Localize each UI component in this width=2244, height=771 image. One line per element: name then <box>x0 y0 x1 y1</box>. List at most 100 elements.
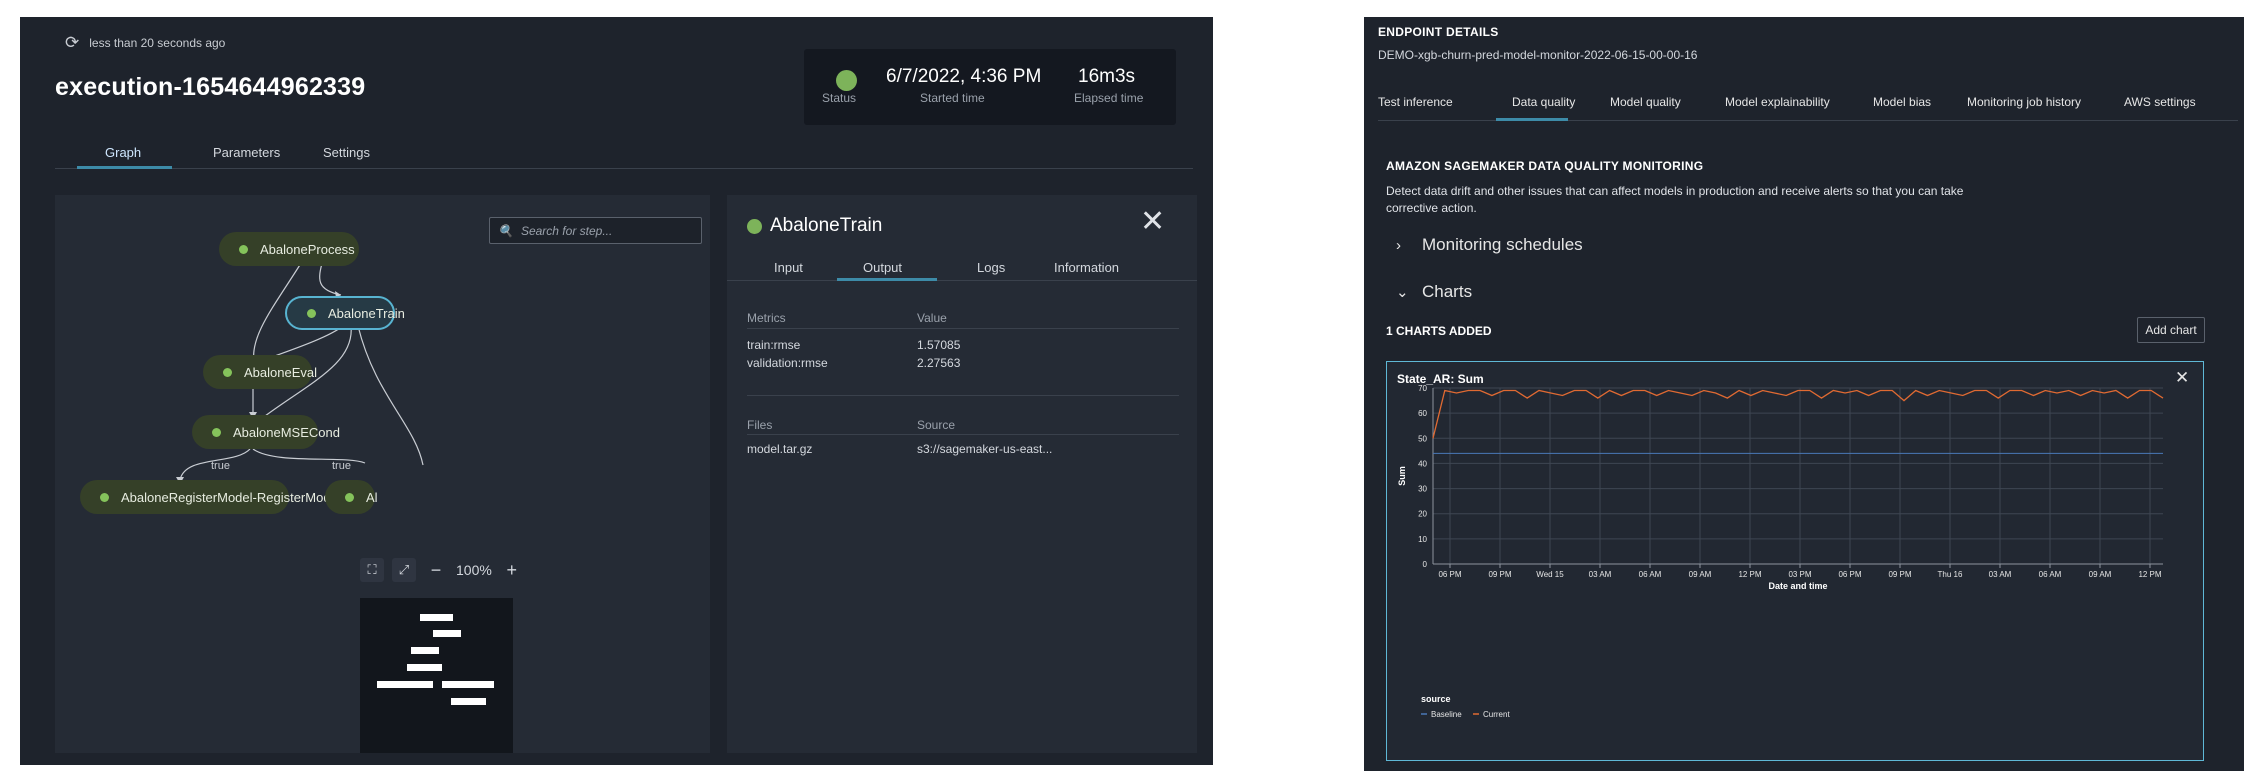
tab-model-explainability[interactable]: Model explainability <box>1725 95 1830 109</box>
metrics-header: Metrics <box>747 311 786 325</box>
tab-settings[interactable]: Settings <box>323 145 370 160</box>
active-tab-indicator <box>1496 118 1568 121</box>
file-name: model.tar.gz <box>747 442 813 456</box>
y-tick-label: 10 <box>1418 535 1427 544</box>
started-time-value: 6/7/2022, 4:36 PM <box>886 66 1042 87</box>
page-title: execution-1654644962339 <box>55 73 366 101</box>
y-axis-label: Sum <box>1397 466 1407 486</box>
node-abalone-process[interactable]: AbaloneProcess <box>219 232 359 266</box>
pipeline-graph[interactable]: 🔍 Search for step... AbaloneProcess Abal… <box>55 195 710 753</box>
execution-tabs: Graph Parameters Settings <box>55 145 1193 169</box>
section-description: Detect data drift and other issues that … <box>1386 184 1964 215</box>
series-line-current <box>1432 389 2164 439</box>
metric-name: train:rmse <box>747 338 801 352</box>
graph-search-input[interactable]: 🔍 Search for step... <box>489 217 702 244</box>
refresh-icon[interactable]: ⟳ <box>65 33 79 53</box>
charts-accordion[interactable]: ⌄ Charts <box>1396 282 1472 302</box>
tab-data-quality[interactable]: Data quality <box>1512 95 1575 109</box>
node-partial[interactable]: Al <box>325 480 378 514</box>
collapse-icon[interactable]: ⤢ <box>392 558 416 582</box>
x-tick-label: 03 PM <box>1788 570 1811 579</box>
legend-entry: Baseline <box>1431 710 1462 719</box>
graph-zoom-controls: ⛶ ⤢ − 100% + <box>360 555 524 585</box>
detail-tabs-divider <box>727 280 1197 281</box>
status-label: Status <box>822 91 857 105</box>
edge-label-true: true <box>211 460 230 472</box>
elapsed-time-value: 16m3s <box>1078 66 1136 87</box>
value-header: Value <box>917 311 947 325</box>
x-tick-label: 03 AM <box>1989 570 2012 579</box>
y-tick-label: 20 <box>1418 510 1427 519</box>
zoom-in-button[interactable]: + <box>500 558 524 582</box>
endpoint-name: DEMO-xgb-churn-pred-model-monitor-2022-0… <box>1378 48 1698 62</box>
x-tick-label: Wed 15 <box>1536 570 1564 579</box>
tab-test-inference[interactable]: Test inference <box>1378 95 1453 109</box>
legend-title: source <box>1421 694 1451 704</box>
tab-parameters[interactable]: Parameters <box>213 145 280 160</box>
minimap-node <box>433 630 461 637</box>
chart-card: State_AR: Sum ✕ 0 10 20 30 40 50 60 70 06 PM 09 P… <box>1386 361 2204 761</box>
endpoint-details-panel: ENDPOINT DETAILS DEMO-xgb-churn-pred-mod… <box>1364 17 2244 771</box>
pipeline-execution-panel: ⟳ less than 20 seconds ago execution-165… <box>20 17 1213 765</box>
node-abalone-register-model[interactable]: AbaloneRegisterModel-RegisterModel <box>80 480 341 514</box>
node-label: AbaloneRegisterModel-RegisterModel <box>121 489 341 505</box>
tab-model-bias[interactable]: Model bias <box>1873 95 1931 109</box>
step-status-dot-icon <box>747 218 762 234</box>
charts-added-count: 1 CHARTS ADDED <box>1386 324 1492 338</box>
edge-train-partial <box>357 325 424 466</box>
tab-logs[interactable]: Logs <box>977 260 1005 275</box>
tab-graph[interactable]: Graph <box>105 145 141 160</box>
section-title: AMAZON SAGEMAKER DATA QUALITY MONITORING <box>1386 159 1704 173</box>
x-axis-label: Date and time <box>1768 581 1827 591</box>
search-placeholder: Search for step... <box>520 223 613 238</box>
close-icon[interactable]: ✕ <box>1140 207 1165 237</box>
node-status-dot-icon <box>345 492 354 502</box>
graph-minimap[interactable] <box>360 598 513 753</box>
minimap-node <box>407 664 442 671</box>
legend-entry: Current <box>1483 710 1510 719</box>
metric-name: validation:rmse <box>747 356 828 370</box>
node-label: Al <box>366 489 378 505</box>
source-header: Source <box>917 418 956 432</box>
y-tick-label: 40 <box>1418 459 1427 468</box>
node-label: AbaloneEval <box>244 364 317 380</box>
y-tick-label: 0 <box>1423 560 1428 569</box>
node-abalone-train[interactable]: AbaloneTrain <box>285 296 405 330</box>
fit-view-icon[interactable]: ⛶ <box>360 558 384 582</box>
file-source-link[interactable]: s3://sagemaker-us-east... <box>917 442 1052 456</box>
execution-status-box: Status 6/7/2022, 4:36 PM Started time 16… <box>804 49 1176 125</box>
chevron-right-icon: › <box>1396 236 1401 254</box>
node-label: AbaloneProcess <box>260 241 355 257</box>
x-tick-label: 06 AM <box>2039 570 2062 579</box>
started-time-label: Started time <box>920 91 985 105</box>
zoom-level: 100% <box>456 562 492 578</box>
y-tick-label: 50 <box>1418 434 1427 443</box>
tab-input[interactable]: Input <box>774 260 803 275</box>
minimap-node <box>411 647 439 654</box>
zoom-out-button[interactable]: − <box>424 558 448 582</box>
x-tick-label: 09 PM <box>1488 570 1511 579</box>
node-abalone-eval[interactable]: AbaloneEval <box>203 355 317 389</box>
status-dot-icon <box>836 70 857 91</box>
y-tick-label: 60 <box>1418 409 1427 418</box>
step-detail-panel: AbaloneTrain ✕ Input Output Logs Informa… <box>727 195 1197 753</box>
node-status-dot-icon <box>239 244 248 254</box>
tab-aws-settings[interactable]: AWS settings <box>2124 95 2196 109</box>
tab-model-quality[interactable]: Model quality <box>1610 95 1681 109</box>
add-chart-button[interactable]: Add chart <box>2137 317 2205 343</box>
minimap-node <box>377 681 433 688</box>
x-tick-label: Thu 16 <box>1938 570 1963 579</box>
node-status-dot-icon <box>212 427 221 437</box>
endpoint-tabs: Test inference Data quality Model qualit… <box>1378 95 2238 121</box>
tab-information[interactable]: Information <box>1054 260 1119 275</box>
tab-monitoring-job-history[interactable]: Monitoring job history <box>1967 95 2081 109</box>
tab-output[interactable]: Output <box>863 260 902 275</box>
chevron-down-icon: ⌄ <box>1396 284 1409 301</box>
edge-label-true: true <box>332 460 351 472</box>
step-detail-title: AbaloneTrain <box>747 215 882 237</box>
files-header: Files <box>747 418 773 432</box>
refresh-status[interactable]: ⟳ less than 20 seconds ago <box>65 33 225 53</box>
monitoring-schedules-accordion[interactable]: › Monitoring schedules <box>1396 235 1583 255</box>
node-abalone-msecond[interactable]: AbaloneMSECond <box>192 415 340 449</box>
elapsed-time-label: Elapsed time <box>1074 91 1144 105</box>
